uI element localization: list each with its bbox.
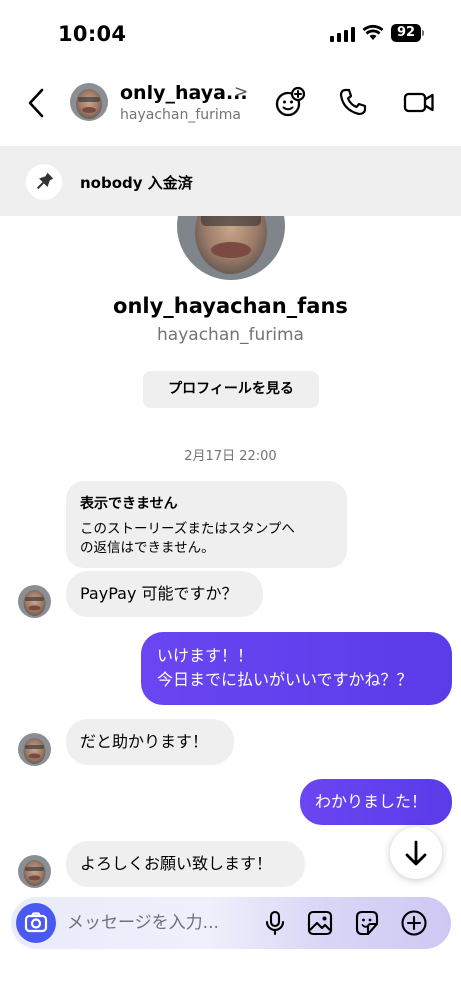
wifi-icon — [362, 24, 384, 40]
header-username[interactable]: hayachan_furima — [120, 107, 241, 123]
sender-avatar[interactable] — [18, 855, 51, 888]
sender-avatar[interactable] — [18, 733, 51, 766]
message-bubble-incoming[interactable]: PayPay 可能ですか？ — [66, 571, 263, 617]
unavailable-body: このストーリーズまたはスタンプへ の返信はできません。 — [80, 520, 333, 558]
sticker-icon[interactable] — [353, 909, 381, 937]
sticker-add-icon[interactable] — [274, 86, 306, 118]
gallery-icon[interactable] — [306, 909, 334, 937]
pin-icon — [36, 172, 54, 190]
view-profile-button[interactable]: プロフィールを見る — [143, 371, 319, 408]
profile-name: only_hayachan_fans — [113, 294, 348, 318]
message-text-line-1: いけます！！ — [157, 646, 254, 665]
message-bubble-incoming[interactable]: だと助かります！ — [66, 719, 234, 765]
sender-avatar[interactable] — [18, 585, 51, 618]
camera-button[interactable] — [16, 903, 56, 943]
cellular-signal-icon — [330, 27, 355, 42]
battery-cap — [422, 30, 424, 36]
unavailable-title: 表示できません — [80, 496, 178, 512]
avatar[interactable] — [70, 83, 108, 121]
unavailable-line-2: の返信はできません。 — [80, 540, 215, 556]
message-text: PayPay 可能ですか？ — [80, 584, 238, 603]
message-text: だと助かります！ — [80, 732, 209, 751]
message-bubble-outgoing[interactable]: わかりました！ — [300, 779, 452, 825]
arrow-down-icon — [405, 840, 427, 866]
message-bubble-incoming[interactable]: よろしくお願い致します！ — [66, 841, 305, 887]
back-icon[interactable] — [22, 86, 52, 120]
chevron-right-icon[interactable]: > — [234, 82, 248, 102]
message-bubble-outgoing[interactable]: いけます！！ 今日までに払いがいいですかね？？ — [141, 632, 452, 705]
header-display-name[interactable]: only_haya... — [120, 82, 248, 104]
status-bar: 10:04 92 — [0, 0, 461, 70]
phone-icon[interactable] — [337, 86, 369, 118]
scroll-to-bottom-button[interactable] — [390, 827, 442, 879]
unavailable-line-1: このストーリーズまたはスタンプへ — [80, 521, 295, 537]
message-text: よろしくお願い致します！ — [80, 854, 273, 873]
camera-icon — [24, 912, 48, 933]
unavailable-reply-card: 表示できません このストーリーズまたはスタンプへ の返信はできません。 — [66, 481, 347, 568]
chat-header: only_haya... > hayachan_furima — [0, 72, 461, 138]
message-text-line-2: 今日までに払いがいいですかね？？ — [157, 670, 413, 689]
pinned-text: nobody 入金済 — [80, 174, 193, 192]
video-camera-icon[interactable] — [403, 86, 435, 118]
microphone-icon[interactable] — [261, 909, 289, 937]
message-timestamp: 2月17日 22:00 — [184, 449, 277, 464]
profile-username: hayachan_furima — [157, 325, 304, 345]
status-time: 10:04 — [58, 22, 127, 46]
pinned-message-bar[interactable]: nobody 入金済 — [0, 146, 461, 216]
message-text: わかりました！ — [315, 792, 428, 811]
message-composer — [11, 897, 451, 949]
plus-circle-icon[interactable] — [400, 909, 428, 937]
pin-badge — [26, 164, 62, 200]
battery-indicator: 92 — [391, 24, 421, 42]
message-input[interactable] — [67, 897, 257, 949]
